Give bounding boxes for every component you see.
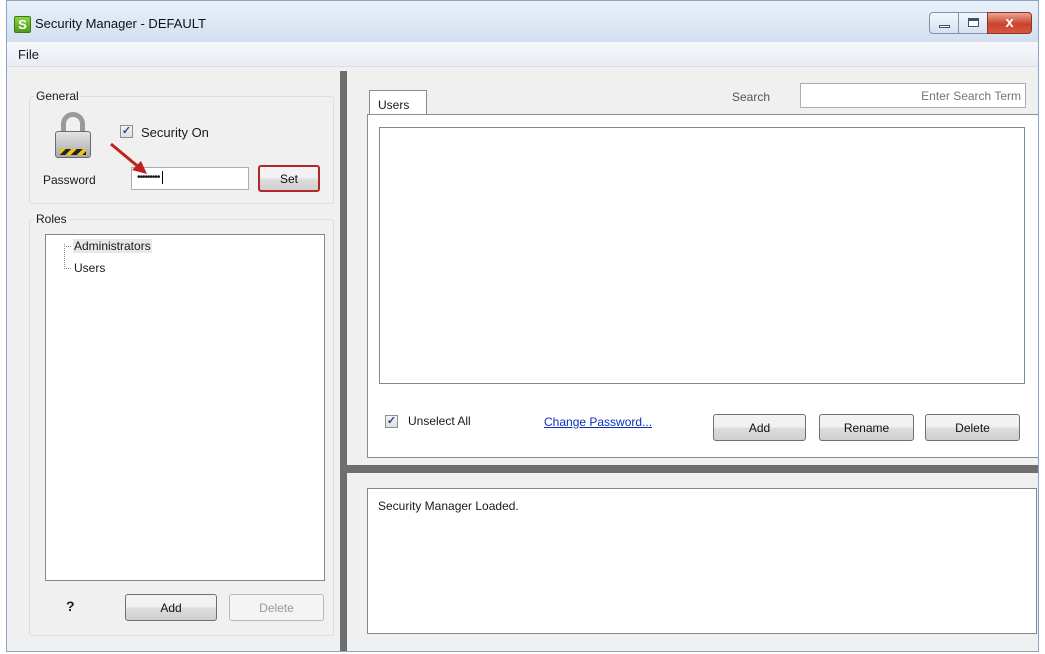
general-legend: General [34,89,81,103]
checkmark-icon: ✓ [386,415,397,427]
log-message: Security Manager Loaded. [378,499,519,513]
close-icon: x [1005,14,1014,31]
unselect-all-label: Unselect All [408,414,471,428]
search-input[interactable] [800,83,1026,108]
users-list[interactable] [379,127,1025,384]
tree-node-administrators[interactable]: Administrators [73,239,152,253]
caption-buttons: x [929,12,1032,34]
roles-legend: Roles [34,212,69,226]
checkmark-icon: ✓ [121,125,132,137]
title-bar[interactable]: S Security Manager - DEFAULT x [7,1,1038,42]
password-label: Password [43,173,96,187]
set-password-button[interactable]: Set [258,165,320,192]
maximize-icon [968,18,979,27]
lock-icon [55,112,91,158]
unselect-all-checkbox[interactable]: ✓ [385,415,398,428]
minimize-button[interactable] [929,12,959,34]
log-output: Security Manager Loaded. [367,488,1037,634]
rename-user-button[interactable]: Rename [819,414,914,441]
add-user-button[interactable]: Add [713,414,806,441]
app-icon: S [14,16,31,33]
security-on-label: Security On [141,125,209,140]
menu-bar: File [7,42,1038,67]
tab-users[interactable]: Users [369,90,427,115]
horizontal-splitter[interactable] [347,465,1038,473]
maximize-button[interactable] [958,12,988,34]
tree-node-users[interactable]: Users [73,261,106,275]
window-title: Security Manager - DEFAULT [35,16,206,31]
search-label: Search [732,90,771,104]
app-window: S Security Manager - DEFAULT x File Gene… [6,0,1039,652]
close-button[interactable]: x [987,12,1032,34]
add-role-button[interactable]: Add [125,594,217,621]
minimize-icon [939,25,950,28]
text-cursor [161,171,163,184]
vertical-splitter[interactable] [340,71,347,651]
help-icon[interactable]: ? [66,598,75,614]
red-arrow-icon [110,142,147,174]
change-password-link[interactable]: Change Password... [544,415,652,429]
roles-tree[interactable]: Administrators Users [45,234,325,581]
delete-role-button: Delete [229,594,324,621]
security-on-checkbox[interactable]: ✓ [120,125,133,138]
delete-user-button[interactable]: Delete [925,414,1020,441]
menu-file[interactable]: File [18,47,39,62]
